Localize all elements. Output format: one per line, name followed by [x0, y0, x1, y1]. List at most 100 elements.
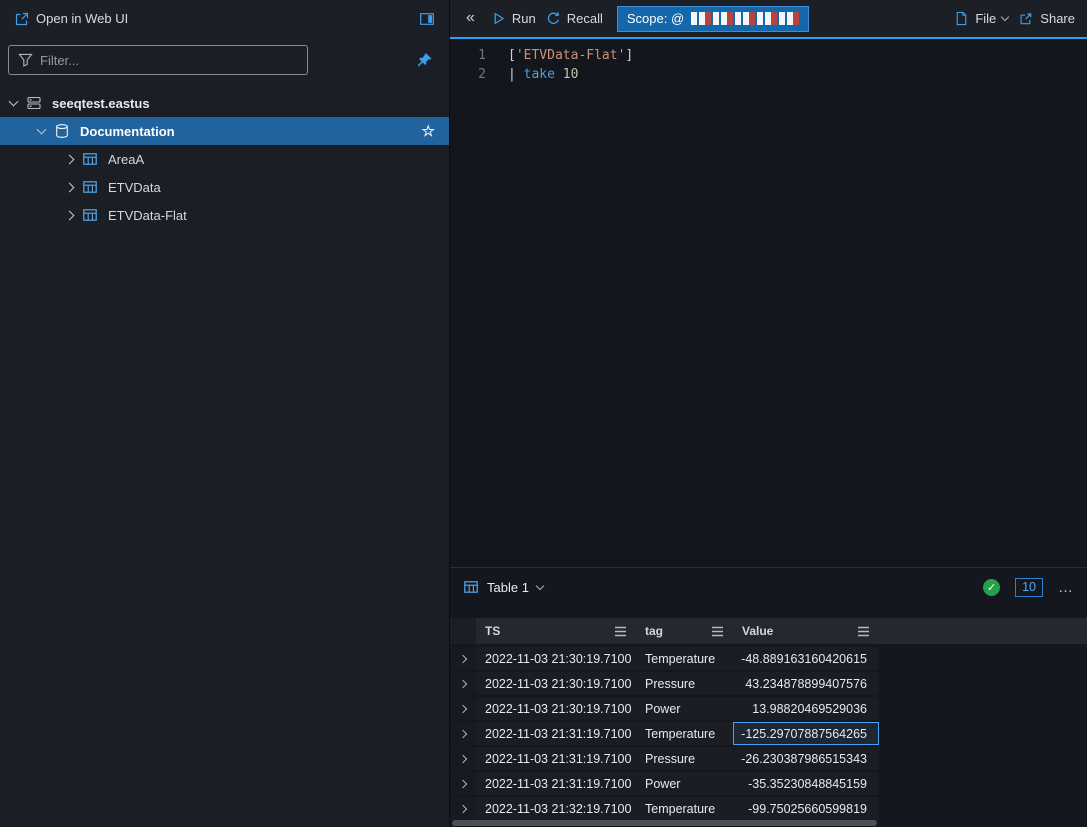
tree-item-label: ETVData-Flat: [108, 208, 187, 223]
cell-value[interactable]: -35.35230848845159: [733, 772, 879, 795]
cell-ts[interactable]: 2022-11-03 21:30:19.7100: [476, 647, 636, 670]
cell-ts[interactable]: 2022-11-03 21:32:19.7100: [476, 797, 636, 820]
tree-item-seeqtest-eastus[interactable]: seeqtest.eastus: [0, 89, 449, 117]
cell-value[interactable]: -48.889163160420615: [733, 647, 879, 670]
column-header-value[interactable]: Value: [733, 618, 879, 644]
chevron-right-icon[interactable]: [65, 182, 75, 192]
more-options-button[interactable]: …: [1058, 579, 1074, 596]
chevron-right-icon: [459, 704, 467, 712]
cell-tag[interactable]: Temperature: [636, 647, 733, 670]
tree-item-label: ETVData: [108, 180, 161, 195]
table-row: 2022-11-03 21:32:19.7100Temperature-99.7…: [450, 797, 879, 820]
results-header: Table 1 ✓ 10 …: [450, 568, 1087, 606]
pin-icon[interactable]: [416, 52, 433, 69]
row-expander[interactable]: [450, 697, 476, 720]
row-expander[interactable]: [450, 772, 476, 795]
cell-ts[interactable]: 2022-11-03 21:30:19.7100: [476, 697, 636, 720]
cell-tag[interactable]: Temperature: [636, 797, 733, 820]
chevron-right-icon: [459, 779, 467, 787]
chevron-down-icon[interactable]: [9, 97, 19, 107]
table-icon: [82, 179, 99, 196]
cell-tag[interactable]: Temperature: [636, 722, 733, 745]
chevron-down-icon[interactable]: [37, 125, 47, 135]
results-header-actions: ✓ 10 …: [983, 578, 1074, 597]
file-menu-button[interactable]: File: [954, 11, 1008, 26]
panel-toggle-icon[interactable]: [419, 11, 435, 27]
run-button[interactable]: Run: [491, 11, 536, 26]
cell-tag[interactable]: Power: [636, 772, 733, 795]
column-menu-icon[interactable]: [711, 626, 724, 637]
recall-button[interactable]: Recall: [546, 11, 603, 26]
table-row: 2022-11-03 21:30:19.7100Temperature-48.8…: [450, 647, 879, 670]
cell-tag[interactable]: Pressure: [636, 747, 733, 770]
cell-ts[interactable]: 2022-11-03 21:31:19.7100: [476, 747, 636, 770]
scope-label: Scope: @: [627, 11, 684, 26]
filter-row: [0, 37, 449, 83]
tree-item-documentation[interactable]: Documentation☆: [0, 117, 449, 145]
share-button[interactable]: Share: [1018, 11, 1075, 26]
recall-icon: [546, 11, 561, 26]
cell-tag[interactable]: Power: [636, 697, 733, 720]
column-label: Value: [742, 624, 773, 638]
table-icon: [463, 579, 479, 595]
cell-value[interactable]: -125.29707887564265: [733, 722, 879, 745]
file-icon: [954, 11, 969, 26]
scope-button[interactable]: Scope: @: [617, 6, 809, 32]
column-label: TS: [485, 624, 500, 638]
run-label: Run: [512, 11, 536, 26]
table-row: 2022-11-03 21:31:19.7100Pressure-26.2303…: [450, 747, 879, 770]
cell-value[interactable]: -26.230387986515343: [733, 747, 879, 770]
cell-ts[interactable]: 2022-11-03 21:31:19.7100: [476, 772, 636, 795]
header-filler: [879, 618, 1087, 644]
collapse-panel-button[interactable]: «: [466, 9, 475, 27]
success-status-icon: ✓: [983, 579, 1000, 596]
cell-tag[interactable]: Pressure: [636, 672, 733, 695]
chevron-right-icon: [459, 804, 467, 812]
row-expander[interactable]: [450, 722, 476, 745]
tree-item-label: AreaA: [108, 152, 144, 167]
cell-value[interactable]: 43.234878899407576: [733, 672, 879, 695]
main: seeqtest.eastus Documentation☆ AreaA ETVDat…: [0, 37, 1087, 827]
tree-item-areaa[interactable]: AreaA: [0, 145, 449, 173]
code-line[interactable]: 1['ETVData-Flat']: [450, 46, 1087, 65]
chevron-right-icon[interactable]: [65, 154, 75, 164]
open-in-web-ui-button[interactable]: Open in Web UI: [14, 11, 128, 27]
share-label: Share: [1040, 11, 1075, 26]
column-header-ts[interactable]: TS: [476, 618, 636, 644]
chevron-down-icon[interactable]: [536, 581, 544, 589]
query-editor[interactable]: 1['ETVData-Flat']2| take 10: [450, 39, 1087, 567]
code-line[interactable]: 2| take 10: [450, 65, 1087, 84]
column-header-tag[interactable]: tag: [636, 618, 733, 644]
cluster-icon: [26, 95, 43, 112]
column-menu-icon[interactable]: [614, 626, 627, 637]
results-tab-title[interactable]: Table 1: [487, 580, 529, 595]
chevron-right-icon[interactable]: [65, 210, 75, 220]
filter-input[interactable]: [40, 53, 298, 68]
row-expander[interactable]: [450, 672, 476, 695]
row-expander[interactable]: [450, 797, 476, 820]
cell-value[interactable]: 13.98820469529036: [733, 697, 879, 720]
open-in-web-ui-label: Open in Web UI: [36, 11, 128, 26]
table-icon: [82, 207, 99, 224]
column-menu-icon[interactable]: [857, 626, 870, 637]
results-panel: Table 1 ✓ 10 … TS tag Value 2022-11-03 21:…: [450, 567, 1087, 827]
chevron-right-icon: [459, 729, 467, 737]
cell-value[interactable]: -99.75025660599819: [733, 797, 879, 820]
tree-item-label: seeqtest.eastus: [52, 96, 150, 111]
row-expander[interactable]: [450, 647, 476, 670]
sidebar-header: Open in Web UI: [0, 0, 450, 37]
row-expander[interactable]: [450, 747, 476, 770]
expander-column-header: [450, 618, 476, 644]
tree-item-etvdata[interactable]: ETVData: [0, 173, 449, 201]
grid-body: 2022-11-03 21:30:19.7100Temperature-48.8…: [450, 647, 879, 820]
code-lines: 1['ETVData-Flat']2| take 10: [450, 46, 1087, 84]
chevron-right-icon: [459, 654, 467, 662]
cell-ts[interactable]: 2022-11-03 21:31:19.7100: [476, 722, 636, 745]
tree-item-etvdata-flat[interactable]: ETVData-Flat: [0, 201, 449, 229]
horizontal-scrollbar[interactable]: [452, 820, 877, 826]
star-icon[interactable]: ☆: [422, 124, 435, 139]
line-number: 1: [450, 46, 486, 65]
row-count-badge[interactable]: 10: [1015, 578, 1043, 597]
table-row: 2022-11-03 21:30:19.7100Pressure43.23487…: [450, 672, 879, 695]
cell-ts[interactable]: 2022-11-03 21:30:19.7100: [476, 672, 636, 695]
